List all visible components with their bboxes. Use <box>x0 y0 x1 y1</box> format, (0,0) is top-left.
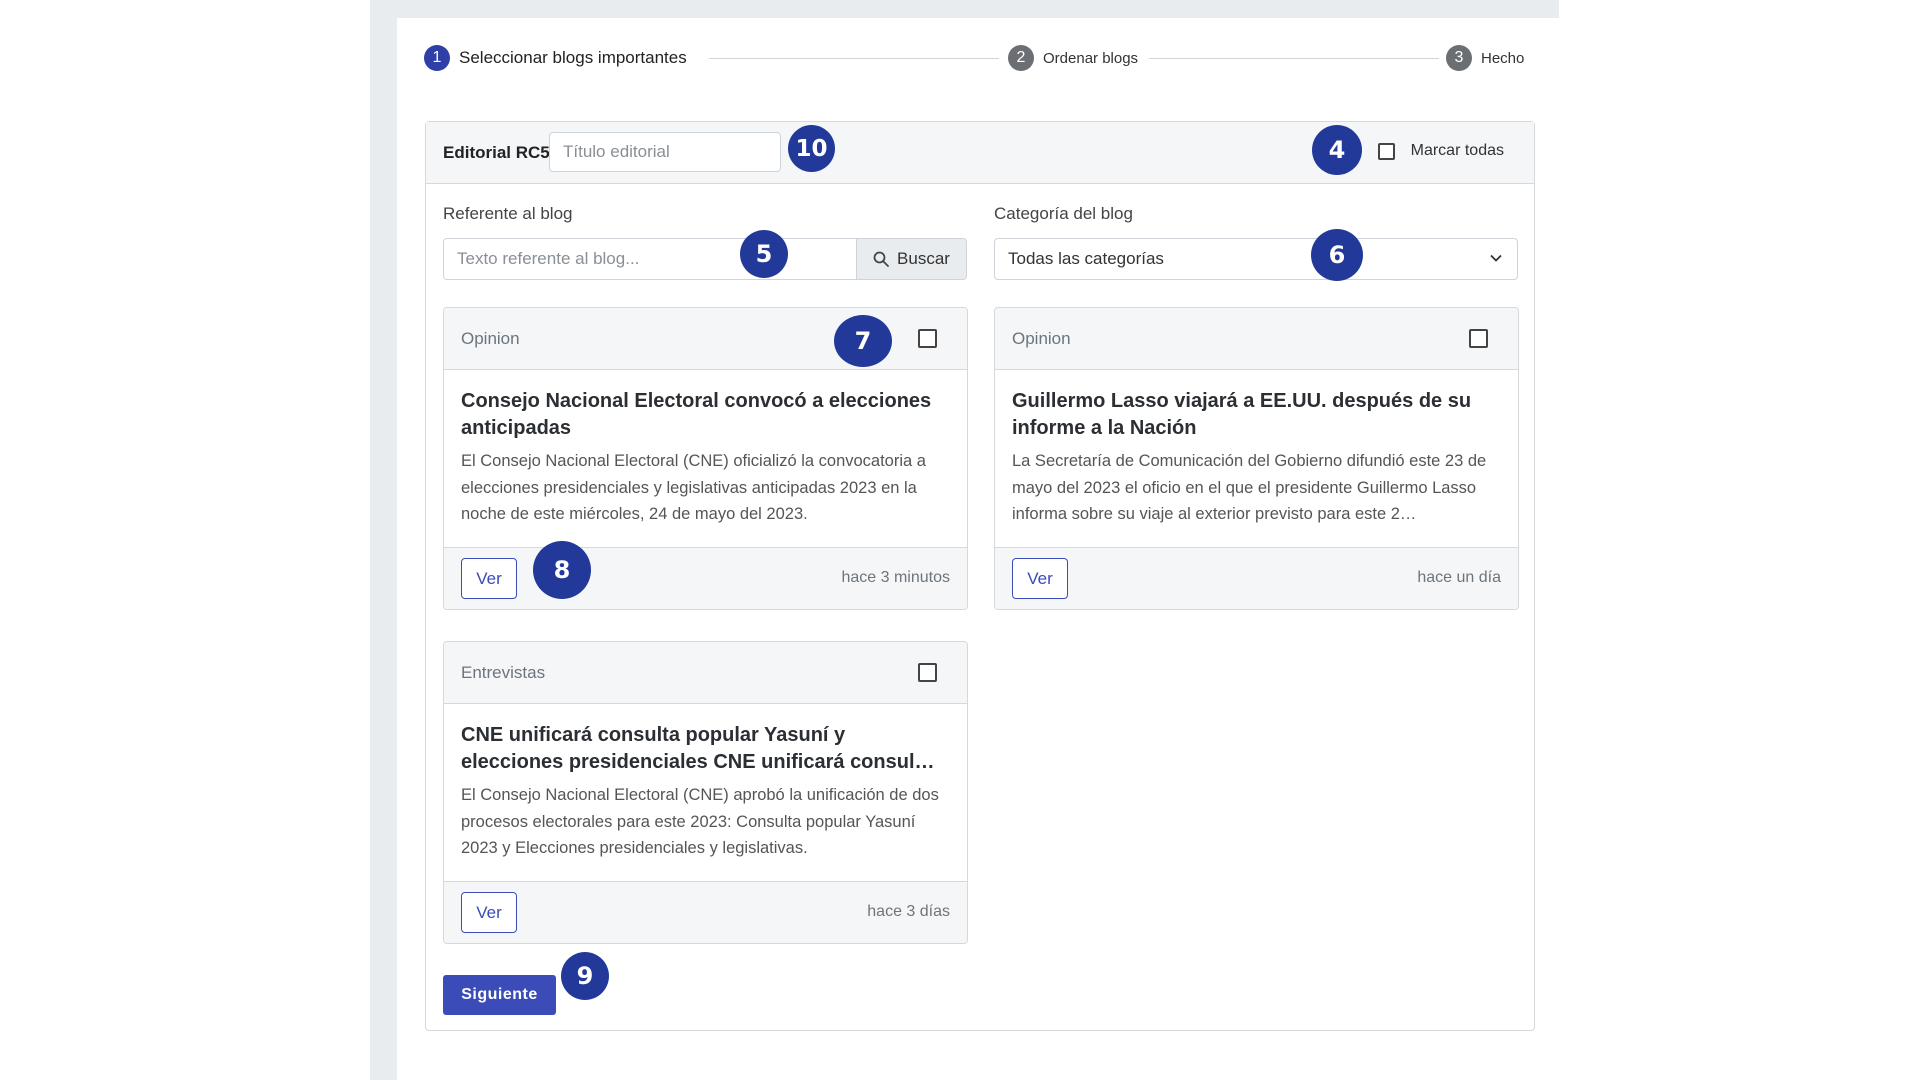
card-category: Opinion <box>1012 329 1071 348</box>
editorial-panel: Editorial RC5 Marcar todas Referente al … <box>425 121 1535 1031</box>
view-button[interactable]: Ver <box>461 558 517 599</box>
card-title: Consejo Nacional Electoral convocó a ele… <box>461 390 932 439</box>
top-strip <box>397 0 1559 18</box>
card-select-checkbox[interactable] <box>918 329 937 348</box>
card-footer: Ver hace un día <box>995 547 1518 609</box>
blog-card: Opinion Guillermo Lasso viajará a EE.UU.… <box>994 307 1519 610</box>
step-2: 2 Ordenar blogs <box>1008 45 1138 71</box>
card-header: Opinion <box>995 308 1518 370</box>
card-header: Entrevistas <box>444 642 967 704</box>
annotation-badge-10: 10 <box>788 125 835 172</box>
view-button[interactable]: Ver <box>461 892 517 933</box>
card-body: Guillermo Lasso viajará a EE.UU. después… <box>995 370 1518 548</box>
search-icon <box>873 251 889 267</box>
step-3-label: Hecho <box>1481 49 1525 67</box>
chevron-down-icon <box>1490 254 1502 262</box>
annotation-badge-7: 7 <box>834 315 892 367</box>
panel-header: Editorial RC5 Marcar todas <box>426 122 1534 184</box>
step-2-label: Ordenar blogs <box>1043 49 1139 67</box>
card-timestamp: hace 3 días <box>867 903 950 920</box>
card-footer: Ver hace 3 días <box>444 881 967 943</box>
step-1-label: Seleccionar blogs importantes <box>459 48 687 67</box>
mark-all-checkbox[interactable] <box>1377 142 1395 160</box>
card-title: CNE unificará consulta popular Yasuní y … <box>461 724 935 773</box>
card-timestamp: hace 3 minutos <box>841 569 950 586</box>
annotation-badge-4: 4 <box>1312 125 1362 175</box>
blog-card: Entrevistas CNE unificará consulta popul… <box>443 641 968 944</box>
editorial-title-input[interactable] <box>549 132 781 172</box>
annotation-badge-5: 5 <box>740 230 788 278</box>
search-label: Referente al blog <box>443 204 573 223</box>
card-category: Entrevistas <box>461 663 546 682</box>
view-button[interactable]: Ver <box>1012 558 1068 599</box>
search-button-label: Buscar <box>897 249 950 268</box>
card-select-checkbox[interactable] <box>918 663 937 682</box>
card-body: CNE unificará consulta popular Yasuní y … <box>444 704 967 882</box>
step-1-number: 1 <box>424 45 450 71</box>
step-connector <box>709 58 999 59</box>
step-3: 3 Hecho <box>1446 45 1524 71</box>
blog-search-input[interactable] <box>444 239 856 279</box>
left-rail <box>370 0 397 1080</box>
search-button[interactable]: Buscar <box>856 239 966 279</box>
step-connector <box>1149 58 1439 59</box>
step-3-number: 3 <box>1446 45 1472 71</box>
next-button[interactable]: Siguiente <box>443 975 556 1015</box>
card-description: La Secretaría de Comunicación del Gobier… <box>1012 452 1487 523</box>
annotation-badge-8: 8 <box>533 541 591 599</box>
annotation-badge-6: 6 <box>1311 229 1363 281</box>
search-group: Buscar <box>443 238 967 280</box>
category-select[interactable]: Todas las categorías <box>994 238 1518 280</box>
stepper: 1 Seleccionar blogs importantes 2 Ordena… <box>424 45 1530 75</box>
card-select-checkbox[interactable] <box>1469 329 1488 348</box>
card-timestamp: hace un día <box>1417 569 1501 586</box>
card-footer: Ver hace 3 minutos <box>444 547 967 609</box>
card-category: Opinion <box>461 329 520 348</box>
editorial-label: Editorial RC5 <box>443 143 550 162</box>
mark-all-control[interactable]: Marcar todas <box>1377 142 1504 160</box>
annotation-badge-9: 9 <box>561 952 609 1000</box>
card-description: El Consejo Nacional Electoral (CNE) apro… <box>461 786 939 857</box>
card-title: Guillermo Lasso viajará a EE.UU. después… <box>1012 390 1472 439</box>
category-selected-value: Todas las categorías <box>1008 249 1164 268</box>
card-body: Consejo Nacional Electoral convocó a ele… <box>444 370 967 548</box>
mark-all-label[interactable]: Marcar todas <box>1411 142 1504 160</box>
blog-card: Opinion Consejo Nacional Electoral convo… <box>443 307 968 610</box>
step-1: 1 Seleccionar blogs importantes <box>424 45 687 71</box>
step-2-number: 2 <box>1008 45 1034 71</box>
card-description: El Consejo Nacional Electoral (CNE) ofic… <box>461 452 926 523</box>
category-label: Categoría del blog <box>994 204 1133 223</box>
